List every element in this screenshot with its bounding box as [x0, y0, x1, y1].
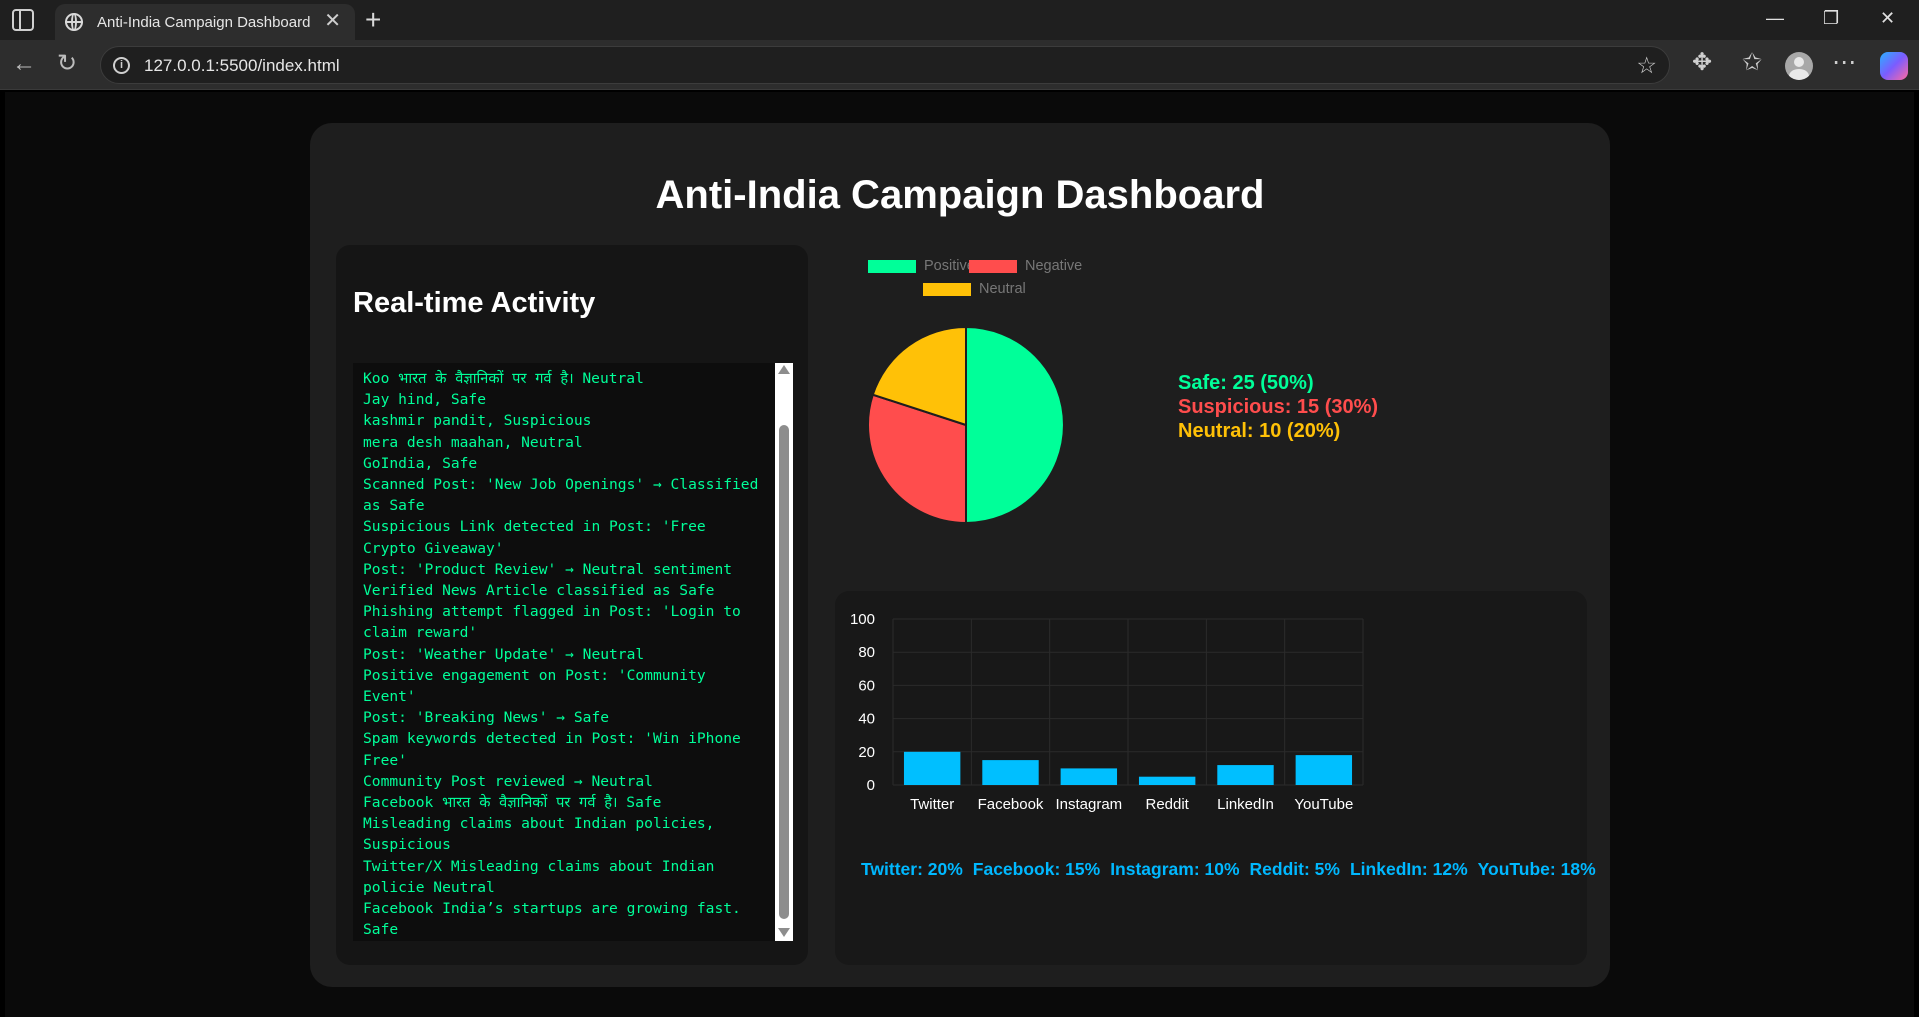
x-tick-label: Instagram: [1055, 796, 1122, 813]
legend-swatch: [868, 259, 916, 273]
bar-instagram[interactable]: [1060, 768, 1118, 785]
window-close-icon[interactable]: ✕: [1880, 8, 1895, 29]
log-item: GoIndia, Safe: [363, 454, 478, 472]
y-tick-label: 80: [858, 644, 875, 661]
y-tick-label: 100: [850, 611, 875, 628]
log-item: Misleading claims about Indian policies,…: [363, 815, 715, 854]
dashboard-container: Anti-India Campaign Dashboard Real-time …: [310, 123, 1610, 987]
activity-log[interactable]: Koo भारत के वैज्ञानिकों पर गर्व है। Neut…: [353, 363, 793, 941]
log-scrollbar[interactable]: [775, 363, 793, 941]
favorites-icon[interactable]: ✩: [1742, 50, 1762, 76]
suspicious-stat: Suspicious: 15 (30%): [1178, 396, 1379, 418]
reload-icon[interactable]: ↻: [57, 51, 77, 77]
globe-icon: [65, 13, 83, 31]
legend-item-negative[interactable]: Negative: [969, 258, 1082, 274]
log-item: Positive engagement on Post: 'Community …: [363, 666, 706, 706]
x-tick-label: Twitter: [910, 796, 954, 813]
close-tab-icon[interactable]: ✕: [324, 11, 341, 31]
log-item: Suspicious Link detected in Post: 'Free …: [363, 518, 706, 557]
neutral-stat: Neutral: 10 (20%): [1178, 420, 1341, 442]
pie-slice-positive[interactable]: [965, 325, 1065, 525]
log-item: kashmir pandit, Suspicious: [363, 412, 592, 430]
x-tick-label: Facebook: [978, 796, 1044, 813]
legend-label: Positive: [924, 258, 975, 274]
bar-twitter[interactable]: [903, 751, 961, 785]
legend-label: Negative: [1025, 258, 1083, 274]
bar-facebook[interactable]: [982, 760, 1039, 785]
log-item: Jay hind, Safe: [363, 391, 487, 409]
x-tick-label: LinkedIn: [1217, 796, 1274, 813]
y-tick-label: 20: [858, 744, 875, 761]
page-viewport: Anti-India Campaign Dashboard Real-time …: [5, 92, 1914, 1017]
favorite-star-icon[interactable]: ☆: [1636, 52, 1657, 79]
y-tick-label: 60: [858, 677, 875, 694]
url-text[interactable]: 127.0.0.1:5500/index.html: [144, 56, 340, 76]
activity-title: Real-time Activity: [353, 287, 596, 319]
legend-swatch: [969, 259, 1017, 273]
platform-stat: Facebook: 15%: [972, 859, 1101, 879]
x-tick-label: Reddit: [1145, 796, 1189, 813]
log-item: Spam keywords detected in Post: 'Win iPh…: [363, 730, 741, 769]
log-item: Twitter/X Misleading claims about Indian…: [363, 857, 715, 896]
new-tab-icon[interactable]: +: [365, 5, 381, 35]
log-item: Post: 'Weather Update' → Neutral: [363, 645, 645, 663]
log-item: Koo भारत के वैज्ञानिकों पर गर्व है। Neut…: [363, 370, 644, 387]
x-tick-label: YouTube: [1294, 796, 1353, 813]
extensions-icon[interactable]: ✥: [1692, 50, 1712, 76]
log-item: Scanned Post: 'New Job Openings' → Class…: [363, 476, 759, 515]
log-item: Community Post reviewed → Neutral: [363, 772, 653, 790]
platform-bar-card: 0 20 40 60 80 100 Twitter Facebook Instagram Redd…: [835, 591, 1596, 965]
legend-item-positive[interactable]: Positive: [868, 258, 975, 274]
restore-icon[interactable]: ❐: [1823, 8, 1839, 29]
browser-tab-bar: Anti-India Campaign Dashboard ✕ + — ❐ ✕: [0, 0, 1919, 40]
bar-reddit[interactable]: [1138, 776, 1196, 785]
platform-stat: LinkedIn: 12%: [1349, 859, 1468, 879]
platform-stat: YouTube: 18%: [1477, 859, 1596, 879]
site-info-icon[interactable]: i: [113, 57, 130, 74]
more-menu-icon[interactable]: ⋯: [1832, 50, 1856, 76]
dashboard-title: Anti-India Campaign Dashboard: [655, 173, 1265, 217]
scroll-up-arrow-icon[interactable]: [778, 365, 790, 374]
bar-linkedin[interactable]: [1217, 765, 1274, 785]
bar-youtube[interactable]: [1295, 755, 1353, 785]
safe-stat: Safe: 25 (50%): [1178, 372, 1314, 394]
legend-swatch: [923, 282, 971, 296]
platform-stat: Reddit: 5%: [1249, 859, 1340, 879]
activity-log-list: Koo भारत के वैज्ञानिकों पर गर्व है। Neut…: [363, 368, 763, 940]
scroll-down-arrow-icon[interactable]: [778, 928, 790, 937]
platform-stats: Twitter: 20% Facebook: 15% Instagram: 10% R…: [861, 859, 1606, 880]
back-icon[interactable]: ←: [12, 51, 36, 77]
y-tick-label: 0: [867, 777, 875, 794]
browser-tab[interactable]: Anti-India Campaign Dashboard ✕: [55, 4, 355, 40]
legend-item-neutral[interactable]: Neutral: [923, 281, 1026, 297]
log-item: Phishing attempt flagged in Post: 'Login…: [363, 603, 741, 642]
log-item: Facebook भारत के वैज्ञानिकों पर गर्व है।…: [363, 794, 662, 812]
minimize-icon[interactable]: —: [1766, 8, 1784, 29]
platform-bar-chart: 0 20 40 60 80 100 Twitter Facebook Instagram Redd…: [850, 611, 1364, 813]
profile-avatar-icon[interactable]: [1785, 52, 1813, 80]
scroll-thumb[interactable]: [779, 425, 789, 919]
activity-panel: Real-time Activity Koo भारत के वैज्ञानिक…: [336, 245, 808, 965]
log-item: mera desh maahan, Neutral: [363, 433, 583, 451]
log-item: Facebook India’s startups are growing fa…: [363, 900, 741, 939]
summary-stats: Safe: 25 (50%) Suspicious: 15 (30%) Neut…: [1178, 371, 1378, 443]
log-item: Verified News Article classified as Safe: [363, 582, 715, 600]
platform-stat: Instagram: 10%: [1110, 859, 1240, 879]
log-item: Post: 'Product Review' → Neutral sentime…: [363, 560, 733, 578]
address-bar[interactable]: i 127.0.0.1:5500/index.html ☆: [100, 46, 1670, 84]
y-tick-label: 40: [858, 711, 875, 728]
log-item: Post: 'Breaking News' → Safe: [363, 709, 610, 727]
platform-stat: Twitter: 20%: [861, 859, 963, 879]
browser-nav-bar: ← ↻ i 127.0.0.1:5500/index.html ☆ ✥ ✩ ⋯: [0, 40, 1919, 90]
legend-label: Neutral: [979, 281, 1026, 297]
tab-title: Anti-India Campaign Dashboard: [97, 14, 311, 31]
copilot-icon[interactable]: [1880, 52, 1908, 80]
sidebar-toggle-icon[interactable]: [12, 9, 34, 31]
